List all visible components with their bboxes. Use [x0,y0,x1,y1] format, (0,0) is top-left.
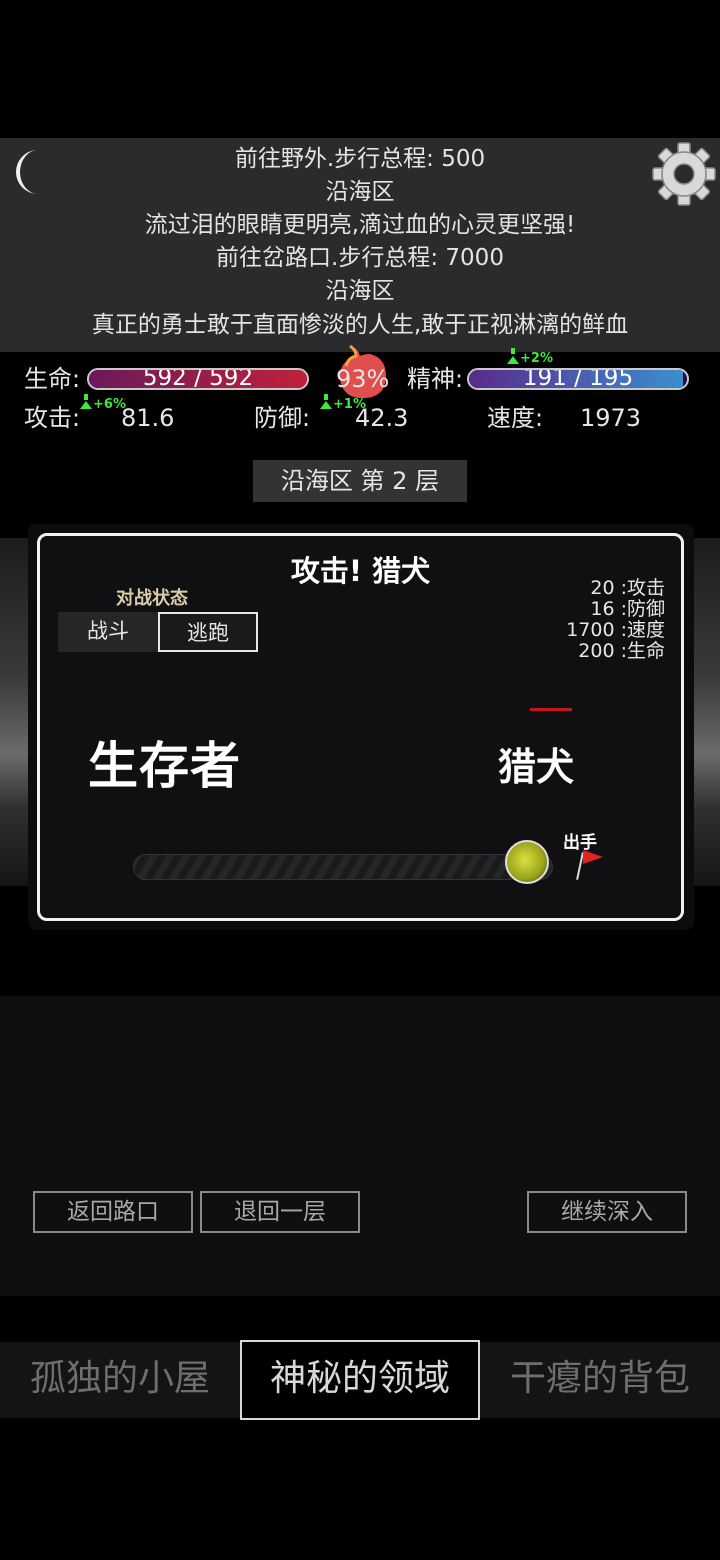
spirit-bonus: +2% [520,351,553,366]
tab-domain[interactable]: 神秘的领域 [240,1340,480,1420]
hound-avatar-icon [505,840,549,884]
log-line: 沿海区 [325,179,395,205]
crescent-moon-icon[interactable] [8,146,50,198]
battle-status-label: 对战状态 [116,588,188,609]
defense-bonus-arrow-icon [320,401,332,409]
log-line: 前往岔路口.步行总程: 7000 [216,245,504,271]
log-line: 前往野外.步行总程: 500 [234,146,486,172]
spirit-bonus-arrow-icon [511,348,515,354]
attack-bonus-arrow-icon [80,401,92,409]
enemy-hp-bar [530,708,572,711]
hp-value: 592 / 592 [142,368,254,390]
attack-bonus-arrow-icon [84,394,88,400]
fight-button[interactable]: 战斗 [58,612,158,652]
enemy-name: 猎犬 [498,745,575,789]
tab-backpack[interactable]: 干瘪的背包 [480,1342,720,1418]
hp-label: 生命: [24,365,81,393]
attack-value: 81.6 [121,404,175,432]
flee-button[interactable]: 逃跑 [158,612,258,652]
back-to-crossroad-button[interactable]: 返回路口 [33,1191,193,1233]
defense-bonus-arrow-icon [324,394,328,400]
log-line: 真正的勇士敢于直面惨淡的人生,敢于正视淋漓的鲜血 [91,312,629,338]
enemy-hp: 200 :生命 [578,640,665,662]
go-deeper-button[interactable]: 继续深入 [527,1191,687,1233]
speed-value: 1973 [580,404,642,432]
floor-indicator: 沿海区 第 2 层 [253,460,467,502]
back-one-layer-button[interactable]: 退回一层 [200,1191,360,1233]
speed-label: 速度: [487,404,544,432]
spirit-label: 精神: [407,365,464,393]
battle-panel: 攻击! 猎犬 对战状态 战斗 逃跑 20 :攻击 16 :防御 1700 :速度… [37,533,684,921]
log-line: 流过泪的眼睛更明亮,滴过血的心灵更坚强! [144,212,576,238]
log-line: 沿海区 [325,278,395,304]
enemy-stats: 20 :攻击 16 :防御 1700 :速度 200 :生命 [566,578,665,662]
spirit-bonus-arrow-icon [507,356,519,364]
gear-icon[interactable] [650,141,718,207]
enemy-speed: 1700 :速度 [566,619,665,641]
action-timeline [133,854,553,880]
spirit-value: 191 / 195 [522,368,634,390]
player-stats: 生命: 592 / 592 93% 精神: 191 / 195 +2% 攻击: … [0,344,720,462]
defense-label: 防御: [254,404,311,432]
hp-bar: 592 / 592 [87,368,309,390]
message-log: 前往野外.步行总程: 500 沿海区 流过泪的眼睛更明亮,滴过血的心灵更坚强! … [0,138,720,352]
player-name: 生存者 [88,737,241,795]
red-flag-icon [583,850,603,864]
spirit-bar: 191 / 195 [467,368,689,390]
defense-value: 42.3 [355,404,409,432]
attack-label: 攻击: [24,404,81,432]
enemy-defense: 16 :防御 [590,598,665,620]
satiety-percent: 93% [336,365,390,393]
tab-cabin[interactable]: 孤独的小屋 [0,1342,240,1418]
content-area [0,996,720,1296]
enemy-attack: 20 :攻击 [590,577,665,599]
